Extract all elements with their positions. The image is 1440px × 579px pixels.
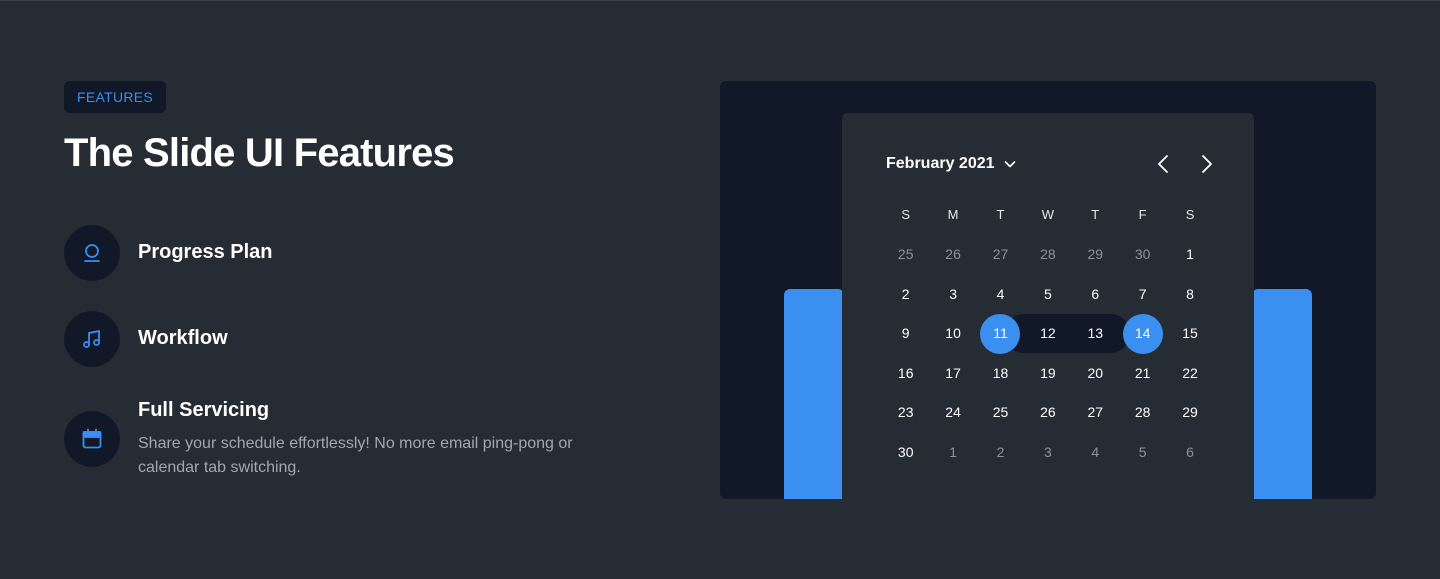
calendar-header: February 2021 (886, 155, 1216, 173)
day-cell[interactable]: 6 (1072, 274, 1119, 314)
prev-month-button[interactable] (1154, 155, 1172, 173)
day-cell[interactable]: 30 (1119, 235, 1166, 275)
day-cell[interactable]: 5 (1024, 274, 1071, 314)
weekday-label: S (901, 207, 911, 223)
day-cell[interactable]: 5 (1119, 432, 1166, 472)
month-select[interactable]: February 2021 (886, 155, 995, 173)
weekday-label: S (1185, 207, 1195, 223)
feature-title: Progress Plan (138, 241, 273, 263)
date-picker: February 2021 S M T W T F S 25 26 27 28 … (842, 113, 1254, 499)
day-cell[interactable]: 24 (929, 393, 976, 433)
day-cell[interactable]: 13 (1072, 314, 1119, 354)
week-row: 30 1 2 3 4 5 6 (882, 432, 1214, 472)
weekday-label: T (1091, 207, 1100, 223)
day-cell[interactable]: 18 (977, 353, 1024, 393)
day-cell[interactable]: 27 (1072, 393, 1119, 433)
weekday-label: F (1138, 207, 1147, 223)
weekday-label: T (996, 207, 1005, 223)
range-start-day[interactable]: 11 (977, 313, 1024, 354)
day-cell[interactable]: 20 (1072, 353, 1119, 393)
day-cell[interactable]: 22 (1166, 353, 1213, 393)
weekday-row: S M T W T F S (882, 195, 1214, 235)
day-cell[interactable]: 2 (882, 274, 929, 314)
day-cell[interactable]: 17 (929, 353, 976, 393)
chevron-right-icon (1202, 155, 1212, 173)
day-number: 11 (993, 325, 1008, 342)
week-row: 23 24 25 26 27 28 29 (882, 393, 1214, 433)
next-month-button[interactable] (1198, 155, 1216, 173)
features-badge: FEATURES (64, 81, 167, 113)
day-cell[interactable]: 12 (1024, 314, 1071, 354)
calendar-grid: S M T W T F S 25 26 27 28 29 30 1 2 3 4 … (882, 195, 1214, 472)
weekday-label: M (947, 207, 959, 223)
day-cell[interactable]: 1 (1166, 235, 1213, 275)
feature-title: Workflow (138, 327, 228, 349)
day-cell[interactable]: 15 (1166, 314, 1213, 354)
page-title: The Slide UI Features (64, 131, 455, 175)
decorative-bar-right (1252, 289, 1312, 499)
chevron-down-icon[interactable] (1003, 157, 1017, 171)
calendar-preview: February 2021 S M T W T F S 25 26 27 28 … (720, 81, 1376, 499)
feature-title: Full Servicing (138, 399, 270, 421)
progress-icon (64, 225, 120, 281)
day-cell[interactable]: 28 (1119, 393, 1166, 433)
day-cell[interactable]: 21 (1119, 353, 1166, 393)
day-cell[interactable]: 3 (1024, 432, 1071, 472)
week-row: 25 26 27 28 29 30 1 (882, 235, 1214, 275)
chevron-left-icon (1158, 155, 1168, 173)
day-cell[interactable]: 27 (977, 235, 1024, 275)
day-cell[interactable]: 19 (1024, 353, 1071, 393)
day-cell[interactable]: 6 (1166, 432, 1213, 472)
feature-full-servicing: Full Servicing Share your schedule effor… (64, 399, 618, 480)
day-cell[interactable]: 23 (882, 393, 929, 433)
day-cell[interactable]: 1 (929, 432, 976, 472)
calendar-icon (64, 411, 120, 467)
day-cell[interactable]: 26 (1024, 393, 1071, 433)
music-note-icon (64, 311, 120, 367)
day-cell[interactable]: 16 (882, 353, 929, 393)
week-row: 2 3 4 5 6 7 8 (882, 274, 1214, 314)
day-cell[interactable]: 9 (882, 314, 929, 354)
day-cell[interactable]: 28 (1024, 235, 1071, 275)
day-cell[interactable]: 4 (977, 274, 1024, 314)
day-cell[interactable]: 7 (1119, 274, 1166, 314)
day-cell[interactable]: 30 (882, 432, 929, 472)
day-cell[interactable]: 29 (1166, 393, 1213, 433)
feature-workflow: Workflow (64, 311, 228, 367)
feature-progress-plan: Progress Plan (64, 225, 273, 281)
day-cell[interactable]: 10 (929, 314, 976, 354)
range-end-day[interactable]: 14 (1119, 313, 1166, 354)
day-cell[interactable]: 3 (929, 274, 976, 314)
weekday-label: W (1041, 207, 1054, 223)
day-cell[interactable]: 25 (882, 235, 929, 275)
week-row: 16 17 18 19 20 21 22 (882, 353, 1214, 393)
day-number: 14 (1134, 325, 1151, 342)
decorative-bar-left (784, 289, 844, 499)
day-cell[interactable]: 8 (1166, 274, 1213, 314)
day-cell[interactable]: 29 (1072, 235, 1119, 275)
day-cell[interactable]: 26 (929, 235, 976, 275)
features-section: FEATURES The Slide UI Features Progress … (0, 0, 1440, 579)
day-cell[interactable]: 25 (977, 393, 1024, 433)
day-cell[interactable]: 2 (977, 432, 1024, 472)
day-cell[interactable]: 4 (1072, 432, 1119, 472)
feature-description: Share your schedule effortlessly! No mor… (138, 435, 573, 476)
week-row: 9 10 11 12 13 14 15 (882, 313, 1214, 354)
